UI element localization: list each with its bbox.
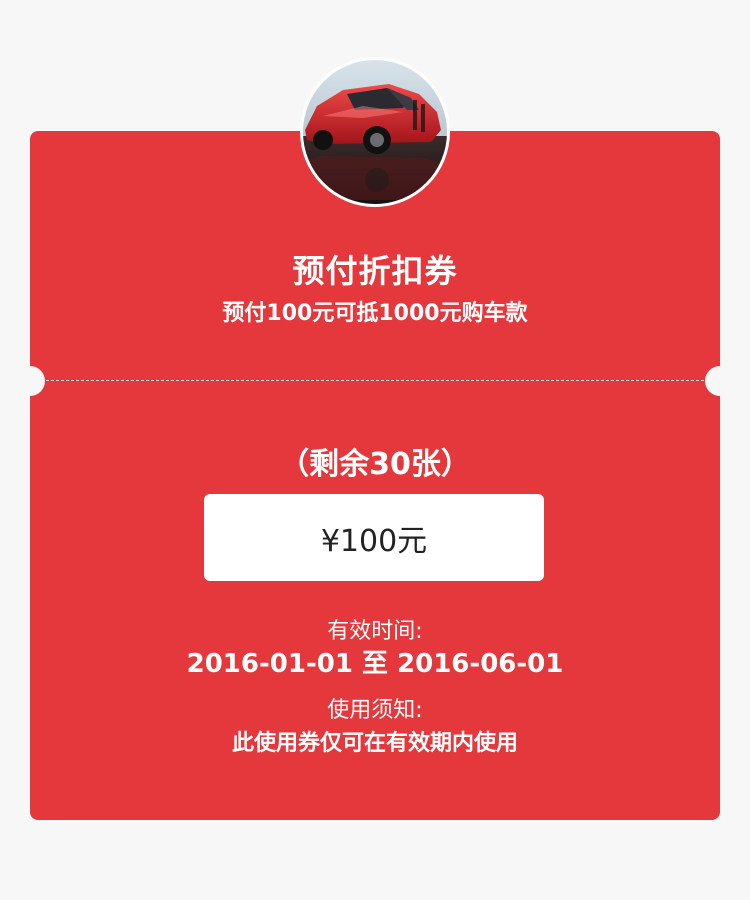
coupon-card: 预付折扣券 预付100元可抵1000元购车款 （剩余30张） ¥100元 有效时…	[15, 131, 735, 820]
left-notch	[15, 366, 45, 396]
dashed-divider	[46, 380, 704, 381]
price-button[interactable]: ¥100元	[204, 494, 544, 581]
price-value: ¥100元	[320, 523, 428, 559]
validity-label: 有效时间:	[327, 619, 423, 644]
coupon-page: 预付折扣券 预付100元可抵1000元购车款 （剩余30张） ¥100元 有效时…	[0, 0, 750, 900]
validity-value: 2016-01-01 至 2016-06-01	[186, 649, 564, 679]
notice-value: 此使用券仅可在有效期内使用	[231, 731, 518, 756]
coupon-title: 预付折扣券	[292, 252, 458, 290]
coupon-subtitle: 预付100元可抵1000元购车款	[222, 301, 528, 326]
notice-label: 使用须知:	[327, 698, 423, 723]
car-photo-icon	[303, 60, 447, 204]
car-photo-avatar	[300, 57, 450, 207]
remaining-count: （剩余30张）	[279, 447, 471, 482]
right-notch	[705, 366, 735, 396]
